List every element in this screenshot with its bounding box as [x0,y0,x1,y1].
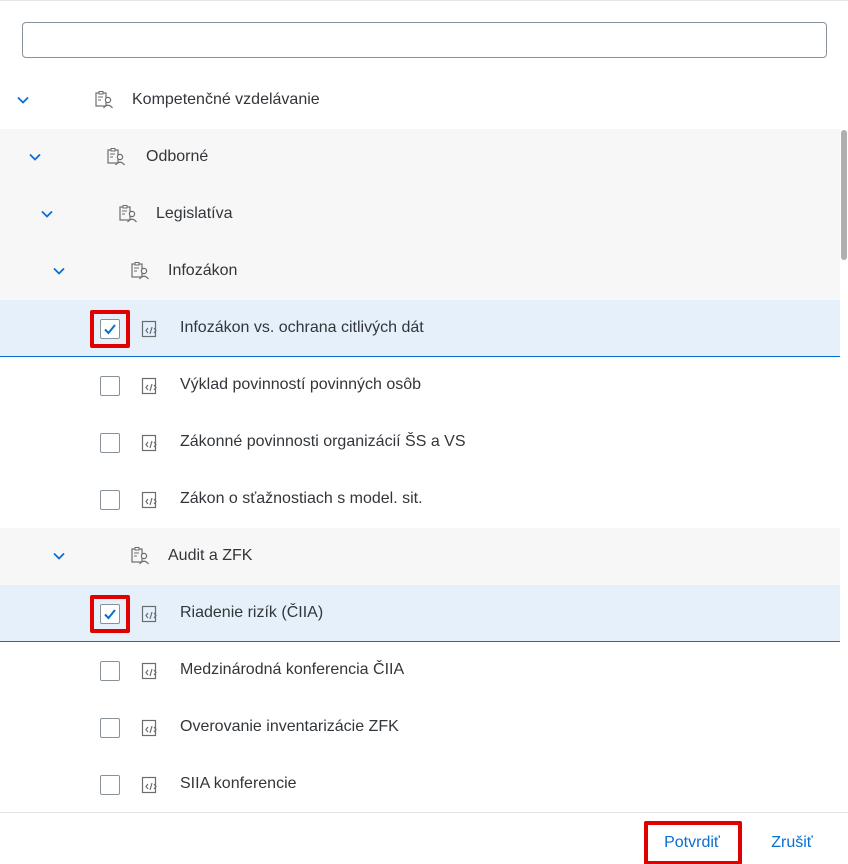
course-code-icon [140,433,160,453]
chevron-down-icon[interactable] [14,91,32,109]
scrollbar-thumb[interactable] [841,130,847,260]
scrollbar[interactable] [840,72,848,812]
tree-node-label: SIIA konferencie [180,775,297,792]
tree-node-label: Kompetenčné vzdelávanie [132,91,320,108]
tree-node-label: Odborné [146,148,209,165]
tree-node-leaf[interactable]: Výklad povinností povinných osôb [0,357,840,414]
course-code-icon [140,490,160,510]
dialog-footer: Potvrdiť Zrušiť [0,812,848,864]
tree-node-leaf[interactable]: Zákon o sťažnostiach s model. sit. [0,471,840,528]
chevron-down-icon[interactable] [50,547,68,565]
tree-node-label: Legislatíva [156,205,233,222]
course-code-icon [140,718,160,738]
chevron-down-icon[interactable] [38,205,56,223]
search-input[interactable] [22,22,827,58]
tree-list: Kompetenčné vzdelávanie Odborné Legislat… [0,72,840,812]
tree-node-label: Infozákon vs. ochrana citlivých dát [180,319,424,336]
tree-node-leaf[interactable]: Medzinárodná konferencia ČIIA [0,642,840,699]
tree-node-label: Audit a ZFK [168,547,253,564]
course-code-icon [140,661,160,681]
tree-node-leaf[interactable]: SIIA konferencie [0,756,840,812]
leaf-checkbox[interactable] [100,319,120,339]
tree-node-label: Medzinárodná konferencia ČIIA [180,661,405,678]
tree-node-label: Výklad povinností povinných osôb [180,376,422,393]
folder-person-icon [130,261,150,281]
cancel-button[interactable]: Zrušiť [754,825,830,861]
search-bar [0,10,848,72]
tree-node-leaf[interactable]: Riadenie rizík (ČIIA) [0,585,840,642]
chevron-down-icon[interactable] [50,262,68,280]
folder-person-icon [106,147,126,167]
folder-person-icon [94,90,114,110]
course-code-icon [140,604,160,624]
tree-node-label: Overovanie inventarizácie ZFK [180,718,399,735]
tree-node-leaf[interactable]: Infozákon vs. ochrana citlivých dát [0,300,840,357]
tree-node-label: Zákon o sťažnostiach s model. sit. [180,490,423,507]
tree-node-leaf[interactable]: Overovanie inventarizácie ZFK [0,699,840,756]
course-code-icon [140,376,160,396]
top-divider [0,0,848,10]
course-code-icon [140,319,160,339]
tree-node-folder[interactable]: Legislatíva [0,186,840,243]
leaf-checkbox[interactable] [100,433,120,453]
folder-person-icon [118,204,138,224]
tree-node-folder[interactable]: Odborné [0,129,840,186]
tree-node-leaf[interactable]: Zákonné povinnosti organizácií ŠS a VS [0,414,840,471]
chevron-down-icon[interactable] [26,148,44,166]
tree-node-label: Riadenie rizík (ČIIA) [180,604,324,621]
folder-person-icon [130,546,150,566]
tree-node-label: Zákonné povinnosti organizácií ŠS a VS [180,433,466,450]
confirm-button[interactable]: Potvrdiť [646,825,738,861]
leaf-checkbox[interactable] [100,775,120,795]
tree-node-folder[interactable]: Audit a ZFK [0,528,840,585]
tree-node-label: Infozákon [168,262,238,279]
leaf-checkbox[interactable] [100,661,120,681]
leaf-checkbox[interactable] [100,376,120,396]
leaf-checkbox[interactable] [100,604,120,624]
checkmark-icon [104,609,116,620]
leaf-checkbox[interactable] [100,718,120,738]
tree-node-folder[interactable]: Kompetenčné vzdelávanie [0,72,840,129]
checkmark-icon [104,324,116,335]
leaf-checkbox[interactable] [100,490,120,510]
tree-node-folder[interactable]: Infozákon [0,243,840,300]
course-code-icon [140,775,160,795]
